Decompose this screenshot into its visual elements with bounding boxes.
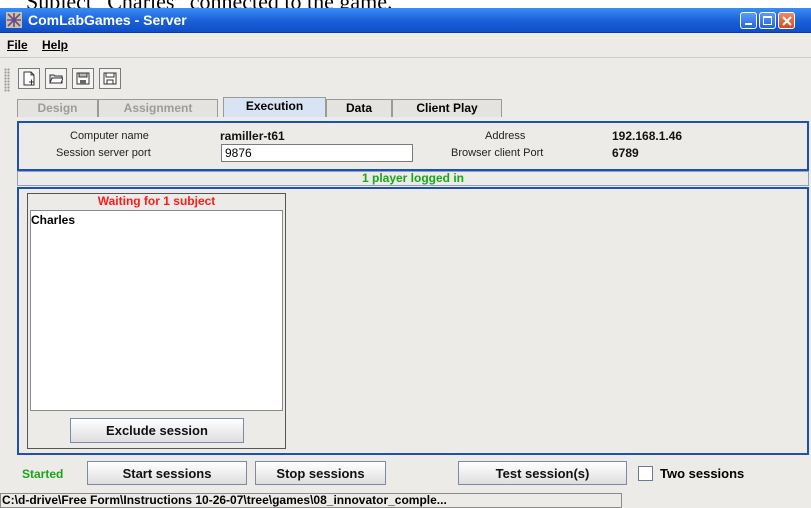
title-bar[interactable]: ComLabGames - Server [0,8,811,33]
maximize-icon [763,16,772,25]
new-button[interactable] [18,68,40,89]
address-label: Address [485,130,526,142]
tab-assignment[interactable]: Assignment [98,99,218,117]
two-sessions-checkbox[interactable] [638,466,653,481]
exclude-session-button[interactable]: Exclude session [70,418,244,443]
computer-name-label: Computer name [70,130,149,142]
open-folder-icon [49,74,63,84]
browser-port-value: 6789 [612,146,639,160]
start-sessions-button[interactable]: Start sessions [87,461,247,485]
maximize-button[interactable] [759,12,776,29]
session-state-label: Started [22,467,64,481]
menu-file[interactable]: File [7,38,28,52]
subject-list[interactable]: Charles [30,210,283,411]
server-info-panel [17,121,809,171]
browser-port-label: Browser client Port [451,147,544,159]
save-as-button[interactable] [72,68,94,89]
address-value: 192.168.1.46 [612,129,683,143]
file-path-field: C:\d-drive\Free Form\Instructions 10-26-… [0,493,622,508]
app-icon [6,12,22,28]
close-icon [782,16,792,26]
save-as-icon [76,72,90,85]
list-item[interactable]: Charles [31,213,75,227]
minimize-icon [745,23,752,25]
window-title: ComLabGames - Server [28,12,187,28]
two-sessions-label: Two sessions [660,466,745,481]
tab-execution[interactable]: Execution [223,97,326,118]
tab-strip: Design Assignment Execution Data Client … [0,96,811,118]
session-port-label: Session server port [56,147,151,159]
session-port-input[interactable] [221,144,413,162]
stop-sessions-button[interactable]: Stop sessions [255,461,386,485]
test-sessions-button[interactable]: Test session(s) [458,461,627,485]
tab-client-play[interactable]: Client Play [392,99,502,117]
computer-name-value: ramiller-t61 [220,129,285,143]
new-document-icon [23,71,35,86]
menu-help[interactable]: Help [42,38,68,52]
waiting-label: Waiting for 1 subject [97,194,216,208]
open-button[interactable] [45,68,67,89]
save-icon [103,72,117,85]
close-button[interactable] [778,12,795,29]
tab-design[interactable]: Design [17,99,98,117]
save-button[interactable] [99,68,121,89]
toolbar-grip[interactable] [4,68,10,92]
menu-bar: File Help [0,33,811,58]
tab-data[interactable]: Data [326,99,392,117]
players-status: 1 player logged in [17,171,809,186]
toolbar [0,58,811,96]
minimize-button[interactable] [740,12,757,29]
